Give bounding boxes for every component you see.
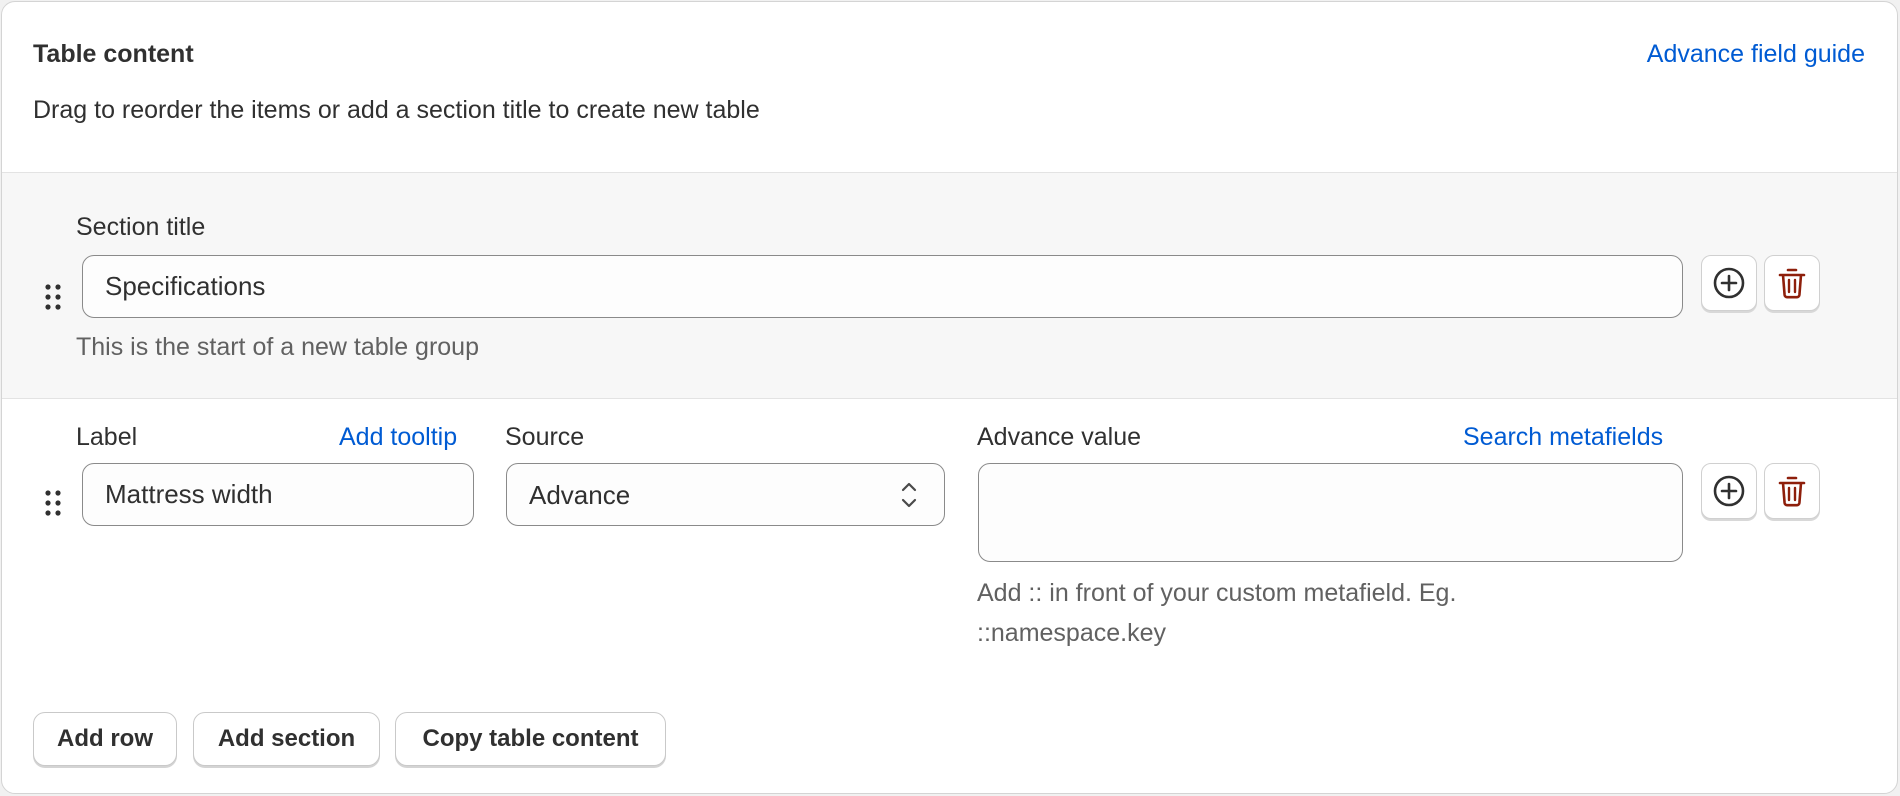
label-field-label: Label xyxy=(76,423,138,451)
advance-help-line2: ::namespace.key xyxy=(977,619,1166,647)
label-input[interactable] xyxy=(82,463,474,526)
copy-table-content-button[interactable]: Copy table content xyxy=(395,712,666,766)
card-header: Table content Advance field guide Drag t… xyxy=(2,2,1897,172)
section-title-input[interactable] xyxy=(82,255,1683,318)
card-title: Table content xyxy=(33,40,194,68)
plus-circle-icon xyxy=(1713,475,1745,507)
drag-handle-icon[interactable] xyxy=(44,283,62,311)
drag-handle-icon[interactable] xyxy=(44,489,62,517)
section-title-label: Section title xyxy=(76,213,206,241)
add-section-button[interactable]: Add section xyxy=(193,712,380,766)
table-row-block: Label Add tooltip Source Advance Advance… xyxy=(2,399,1897,689)
delete-section-button[interactable] xyxy=(1764,255,1820,311)
table-content-card: Table content Advance field guide Drag t… xyxy=(1,1,1898,794)
plus-circle-icon xyxy=(1713,267,1745,299)
section-help-text: This is the start of a new table group xyxy=(76,333,479,361)
trash-icon xyxy=(1778,476,1806,507)
advance-value-input[interactable] xyxy=(978,463,1683,562)
add-after-section-button[interactable] xyxy=(1701,255,1757,311)
advance-value-field-label: Advance value xyxy=(977,423,1142,451)
section-title-block: Section title This is the start of a new… xyxy=(2,172,1897,399)
add-row-button[interactable]: Add row xyxy=(33,712,177,766)
select-chevron-icon xyxy=(901,482,917,508)
delete-row-button[interactable] xyxy=(1764,463,1820,519)
search-metafields-link[interactable]: Search metafields xyxy=(1463,423,1663,452)
add-after-row-button[interactable] xyxy=(1701,463,1757,519)
add-tooltip-link[interactable]: Add tooltip xyxy=(339,423,457,452)
advance-help-line1: Add :: in front of your custom metafield… xyxy=(977,579,1457,607)
trash-icon xyxy=(1778,268,1806,299)
source-select[interactable]: Advance xyxy=(506,463,945,526)
source-select-value: Advance xyxy=(529,480,631,510)
source-field-label: Source xyxy=(505,423,585,451)
advance-field-guide-link[interactable]: Advance field guide xyxy=(1647,40,1865,69)
card-subtitle: Drag to reorder the items or add a secti… xyxy=(33,96,760,124)
